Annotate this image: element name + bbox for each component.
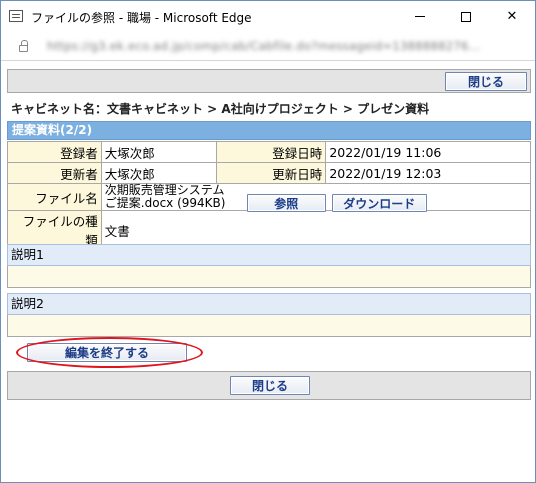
minimize-icon: [415, 16, 425, 17]
table-row: 登録者 大塚次郎 登録日時 2022/01/19 11:06: [7, 141, 531, 163]
updated-date-value: 2022/01/19 12:03: [325, 162, 531, 184]
registrant-label: 登録者: [7, 141, 102, 163]
title-bar: ファイルの参照 - 職場 - Microsoft Edge ✕: [1, 1, 535, 32]
top-toolbar: 閉じる: [7, 69, 531, 93]
maximize-button[interactable]: [443, 1, 489, 32]
lock-icon: [19, 40, 28, 52]
close-icon: ✕: [506, 9, 518, 24]
address-bar[interactable]: https://g3.ek.eco.ad.jp/comp/cab/Cabfile…: [1, 32, 535, 61]
table-row: ファイル名 次期販売管理システムご提案.docx (994KB) 参照 ダウンロ…: [7, 183, 532, 212]
filename-value: 次期販売管理システムご提案.docx (994KB): [104, 183, 226, 210]
description1-label: 説明1: [7, 244, 531, 266]
registered-date-value: 2022/01/19 11:06: [325, 141, 531, 163]
bottom-toolbar: 閉じる: [7, 371, 531, 400]
registrant-value: 大塚次郎: [100, 141, 217, 163]
finish-editing-button[interactable]: 編集を終了する: [27, 343, 187, 362]
updated-date-label: 更新日時: [215, 162, 327, 184]
registered-date-label: 登録日時: [215, 141, 327, 163]
updater-value: 大塚次郎: [100, 162, 217, 184]
description1-value: [7, 266, 531, 288]
description2-value: [7, 315, 531, 337]
filename-cell: 次期販売管理システムご提案.docx (994KB) 参照 ダウンロード: [100, 183, 532, 212]
browser-window: ファイルの参照 - 職場 - Microsoft Edge ✕ https://…: [0, 0, 536, 483]
breadcrumb: キャビネット名：文書キャビネット > A社向けプロジェクト > プレゼン資料: [11, 102, 430, 116]
page-icon: [9, 10, 23, 22]
file-info-table: 登録者 大塚次郎 登録日時 2022/01/19 11:06 更新者 大塚次郎 …: [7, 141, 532, 250]
browse-button[interactable]: 参照: [246, 194, 326, 212]
url-text[interactable]: https://g3.ek.eco.ad.jp/comp/cab/Cabfile…: [47, 39, 480, 53]
close-button-top[interactable]: 閉じる: [445, 72, 527, 91]
close-button-bottom[interactable]: 閉じる: [230, 376, 310, 395]
minimize-button[interactable]: [397, 1, 443, 32]
description2-label: 説明2: [7, 293, 531, 315]
window-title: ファイルの参照 - 職場 - Microsoft Edge: [31, 11, 252, 25]
filename-label: ファイル名: [7, 183, 102, 211]
close-window-button[interactable]: ✕: [489, 1, 535, 32]
download-button[interactable]: ダウンロード: [331, 194, 427, 212]
maximize-icon: [461, 11, 471, 22]
table-row: 更新者 大塚次郎 更新日時 2022/01/19 12:03: [7, 162, 531, 184]
updater-label: 更新者: [7, 162, 102, 184]
section-title: 提案資料(2/2): [7, 121, 531, 140]
